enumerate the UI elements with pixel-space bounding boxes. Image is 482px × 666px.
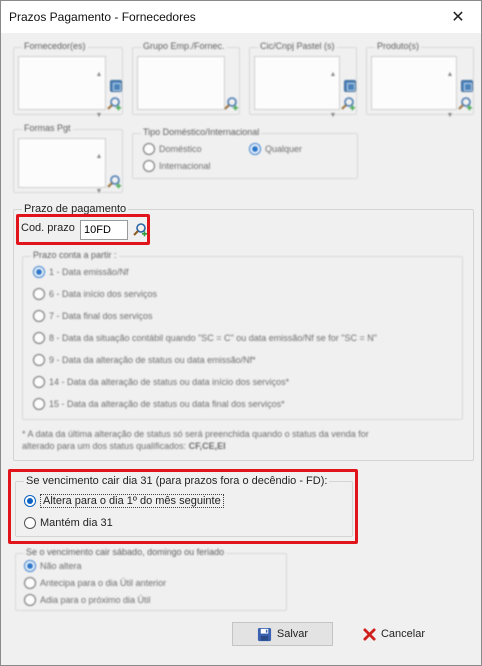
radio-label: Qualquer <box>265 144 303 154</box>
group-tipo: Tipo Doméstico/Internacional Doméstico I… <box>132 127 358 179</box>
radio-qualquer[interactable]: Qualquer <box>249 143 302 155</box>
search-add-icon[interactable] <box>340 96 356 112</box>
radio-adia[interactable]: Adia para o próximo dia Útil <box>24 594 151 606</box>
radio-label: Doméstico <box>159 144 202 154</box>
radio-button-selected[interactable] <box>249 143 261 155</box>
floppy-disk-icon <box>257 627 271 641</box>
group-produtos: Produto(s) ▲ ▼ <box>366 41 474 119</box>
radio-label: 8 - Data da situação contábil quando "SC… <box>49 333 377 343</box>
search-add-icon[interactable] <box>106 174 122 190</box>
radio-label: 15 - Data da alteração de status ou data… <box>49 399 285 409</box>
radio-button-selected[interactable] <box>24 560 36 572</box>
radio-button[interactable] <box>33 288 45 300</box>
note-line-1: * A data da última alteração de status s… <box>22 429 369 439</box>
radio-antecipa[interactable]: Antecipa para o dia Útil anterior <box>24 577 166 589</box>
radio-option-1[interactable]: 1 - Data emissão/Nf <box>33 266 129 278</box>
radio-button[interactable] <box>33 376 45 388</box>
radio-label: 1 - Data emissão/Nf <box>49 267 129 277</box>
radio-option-6[interactable]: 6 - Data início dos serviços <box>33 288 157 300</box>
save-button[interactable]: Salvar <box>232 622 333 646</box>
note-line-2: alterado para um dos status qualificados… <box>22 440 467 452</box>
radio-label: Antecipa para o dia Útil anterior <box>40 578 167 588</box>
window-title: Prazos Pagamento - Fornecedores <box>9 10 196 24</box>
cancel-label: Cancelar <box>380 628 426 640</box>
group-formas-label: Formas Pgt <box>22 123 73 133</box>
radio-option-7[interactable]: 7 - Data final dos serviços <box>33 310 153 322</box>
cnpj-list[interactable]: ▲ ▼ <box>254 56 340 119</box>
grid-icon[interactable] <box>461 80 473 92</box>
status-note: * A data da última alteração de status s… <box>22 428 467 452</box>
radio-label: 7 - Data final dos serviços <box>49 311 153 321</box>
radio-button[interactable] <box>24 577 36 589</box>
group-cnpj-label: Cic/Cnpj Pastel (s) <box>258 41 337 51</box>
cancel-button[interactable]: Cancelar <box>349 622 439 646</box>
radio-nao-altera[interactable]: Não altera <box>24 560 82 572</box>
radio-button[interactable] <box>33 332 45 344</box>
group-prazo: Prazo de pagamento Cod. prazo Prazo cont… <box>13 203 474 461</box>
radio-option-9[interactable]: 9 - Data da alteração de status ou data … <box>33 354 256 366</box>
radio-button[interactable] <box>33 398 45 410</box>
group-fornecedores: Fornecedor(es) ▲ ▼ <box>13 41 123 119</box>
radio-option-15[interactable]: 15 - Data da alteração de status ou data… <box>33 398 285 410</box>
radio-label: Não altera <box>40 561 82 571</box>
group-produtos-label: Produto(s) <box>375 41 422 51</box>
radio-label: 14 - Data da alteração de status ou data… <box>49 377 290 387</box>
radio-button[interactable] <box>143 160 155 172</box>
group-tipo-label: Tipo Doméstico/Internacional <box>141 127 262 137</box>
radio-domestico[interactable]: Doméstico <box>143 143 202 155</box>
grid-icon[interactable] <box>344 80 356 92</box>
group-fornecedores-label: Fornecedor(es) <box>22 41 88 51</box>
red-x-icon <box>363 627 376 641</box>
save-label: Salvar <box>276 628 309 640</box>
radio-button[interactable] <box>33 354 45 366</box>
radio-button[interactable] <box>33 310 45 322</box>
scroll-arrows-icon[interactable]: ▲ ▼ <box>95 71 103 119</box>
group-weekend: Se o vencimento cair sábado, domingo ou … <box>15 547 287 611</box>
radio-option-14[interactable]: 14 - Data da alteração de status ou data… <box>33 376 289 388</box>
radio-button[interactable] <box>24 594 36 606</box>
group-cnpj: Cic/Cnpj Pastel (s) ▲ ▼ <box>249 41 357 119</box>
group-prazo-conta-label: Prazo conta a partir : <box>31 250 119 260</box>
dialog-window: Prazos Pagamento - Fornecedores ✕ Fornec… <box>0 0 482 666</box>
scroll-arrows-icon[interactable]: ▲ ▼ <box>446 71 454 119</box>
group-grupo-label: Grupo Emp./Fornec. <box>141 41 227 51</box>
group-prazo-conta: Prazo conta a partir : 1 - Data emissão/… <box>22 250 463 420</box>
group-formas: Formas Pgt ▲ ▼ <box>13 123 123 195</box>
radio-label: Adia para o próximo dia Útil <box>40 595 151 605</box>
radio-button[interactable] <box>143 143 155 155</box>
radio-label: Internacional <box>159 161 211 171</box>
title-bar: Prazos Pagamento - Fornecedores ✕ <box>1 1 481 33</box>
search-add-icon[interactable] <box>106 96 122 112</box>
search-add-icon[interactable] <box>457 96 473 112</box>
formas-list[interactable]: ▲ ▼ <box>18 138 106 195</box>
search-add-icon[interactable] <box>223 96 239 112</box>
close-icon[interactable]: ✕ <box>435 1 481 33</box>
highlight-cod-prazo <box>16 214 150 245</box>
produtos-list[interactable]: ▲ ▼ <box>371 56 457 119</box>
highlight-dia31 <box>8 469 358 544</box>
group-weekend-label: Se o vencimento cair sábado, domingo ou … <box>24 547 227 557</box>
fornecedores-list[interactable]: ▲ ▼ <box>18 56 106 119</box>
grid-icon[interactable] <box>110 80 122 92</box>
grupo-list[interactable] <box>137 56 225 110</box>
scroll-arrows-icon[interactable]: ▲ ▼ <box>329 71 337 119</box>
note-codes: CF,CE,EI <box>188 441 226 451</box>
radio-option-8[interactable]: 8 - Data da situação contábil quando "SC… <box>33 332 377 344</box>
radio-button-selected[interactable] <box>33 266 45 278</box>
radio-label: 9 - Data da alteração de status ou data … <box>49 355 256 365</box>
group-grupo: Grupo Emp./Fornec. <box>132 41 240 115</box>
note-line-2-text: alterado para um dos status qualificados… <box>22 441 187 451</box>
radio-internacional[interactable]: Internacional <box>143 160 211 172</box>
radio-label: 6 - Data início dos serviços <box>49 289 158 299</box>
scroll-arrows-icon[interactable]: ▲ ▼ <box>95 153 103 195</box>
